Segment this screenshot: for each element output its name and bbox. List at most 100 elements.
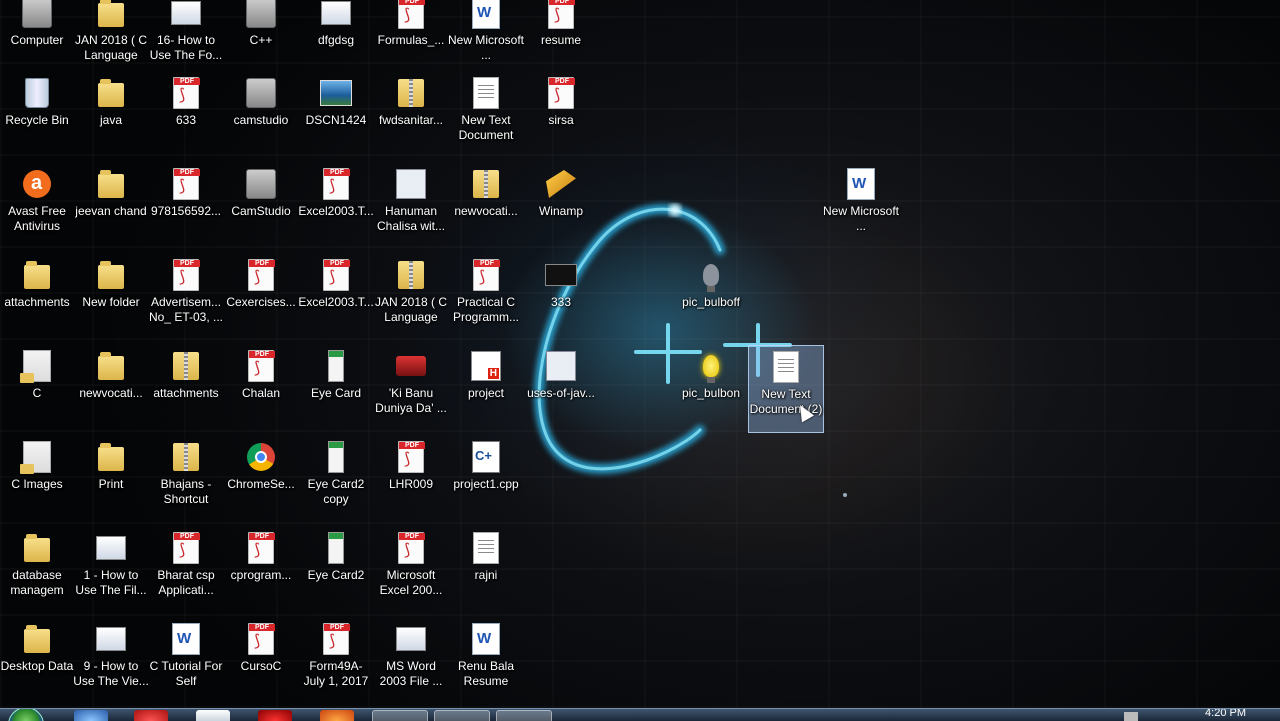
desktop-icon[interactable]: LHR009 [373,436,449,524]
doc-icon [470,531,502,565]
desktop-icon[interactable]: C++ [223,0,299,80]
desktop-icon[interactable]: cprogram... [223,527,299,615]
desktop-icon[interactable]: 978156592... [148,163,224,251]
desktop-icon[interactable]: rajni [448,527,524,615]
zip-glyph [398,79,424,107]
explorer-icon[interactable] [372,710,428,721]
winamp-icon [545,167,577,201]
desktop-icon[interactable]: Chalan [223,345,299,433]
folder-doc-glyph [20,441,51,474]
pdf-glyph [398,532,425,564]
window-icon[interactable] [496,710,552,721]
pdf-glyph [173,259,200,291]
chrome-icon[interactable] [134,710,168,721]
desktop-icon[interactable]: uses-of-jav... [523,345,599,433]
desktop-icon-label: Chalan [241,386,281,400]
desktop-icon[interactable]: Recycle Bin [0,72,75,160]
desktop-icon[interactable]: CamStudio [223,163,299,251]
ie-icon[interactable] [74,710,108,721]
desktop-icon[interactable]: Hanuman Chalisa wit... [373,163,449,251]
desktop-icon[interactable]: 9 - How to Use The Vie... [73,618,149,706]
start-button[interactable] [8,709,44,721]
desktop-icon[interactable]: Print [73,436,149,524]
desktop-icon[interactable]: 16- How to Use The Fo... [148,0,224,80]
desktop-icon[interactable]: database managem [0,527,75,615]
desktop-icon[interactable]: C [0,345,75,433]
desktop-icon[interactable]: Practical C Programm... [448,254,524,342]
desktop-icon[interactable]: Eye Card [298,345,374,433]
desktop-icon[interactable]: Bhajans - Shortcut [148,436,224,524]
desktop-icon-label: java [99,113,122,127]
desktop-icon[interactable]: pic_bulboff [673,254,749,342]
desktop-icon[interactable]: Eye Card2 copy [298,436,374,524]
desktop-icon[interactable]: 633 [148,72,224,160]
folder-icon [95,440,127,474]
desktop-icon[interactable]: attachments [0,254,75,342]
desktop-icon[interactable]: MS Word 2003 File ... [373,618,449,706]
desktop-icon[interactable]: New folder [73,254,149,342]
desktop-icon[interactable]: JAN 2018 ( C Language [73,0,149,80]
taskbar-clock[interactable]: 4:20 PM [1205,709,1246,719]
desktop-icon[interactable]: 'Ki Banu Duniya Da' ... [373,345,449,433]
desktop-icon[interactable]: Eye Card2 [298,527,374,615]
desktop-icon[interactable]: project [448,345,524,433]
desktop-icon[interactable]: project1.cpp [448,436,524,524]
desktop-icon[interactable]: Avast Free Antivirus [0,163,75,251]
desktop-icon[interactable]: attachments [148,345,224,433]
desktop-icon[interactable]: New Text Document [448,72,524,160]
desktop-icon[interactable]: ChromeSe... [223,436,299,524]
desktop-icon[interactable]: JAN 2018 ( C Language [373,254,449,342]
desktop-icon[interactable]: dfgdsg [298,0,374,80]
taskbar[interactable]: 4:20 PM [0,708,1280,721]
desktop-icon[interactable]: sirsa [523,72,599,160]
desktop-icon[interactable]: Excel2003.T... [298,254,374,342]
desktop-icon[interactable]: jeevan chand [73,163,149,251]
bulb-icon [695,258,727,292]
desktop-icon[interactable]: Desktop Data [0,618,75,706]
desktop-icon[interactable]: C Images [0,436,75,524]
desktop-icon[interactable]: Excel2003.T... [298,163,374,251]
desktop-icon[interactable]: Renu Bala Resume [448,618,524,706]
desktop-icon[interactable]: resume [523,0,599,80]
desktop-icon[interactable]: newvocati... [73,345,149,433]
desktop-icon[interactable]: newvocati... [448,163,524,251]
screen-glyph [96,627,126,651]
word-icon[interactable] [196,710,230,721]
opera-icon[interactable] [258,710,292,721]
desktop-icon-label: Bharat csp Applicati... [157,568,215,597]
desktop-icon[interactable]: Form49A- July 1, 2017 [298,618,374,706]
desktop-icon-label: Winamp [538,204,583,218]
zip-icon [170,349,202,383]
desktop-icon[interactable]: Computer [0,0,75,80]
folder-icon [95,76,127,110]
desktop-icon[interactable]: Winamp [523,163,599,251]
camstudio-icon[interactable] [434,710,490,721]
desktop-icon[interactable]: DSCN1424 [298,72,374,160]
desktop-icon-label: pic_bulbon [681,386,741,400]
desktop-icon[interactable]: Cexercises... [223,254,299,342]
firefox-icon[interactable] [320,710,354,721]
desktop-icon[interactable]: 1 - How to Use The Fil... [73,527,149,615]
desktop-icon[interactable]: Formulas_... [373,0,449,80]
desktop-icon[interactable]: New Microsoft ... [823,163,899,251]
desktop-icon[interactable]: Bharat csp Applicati... [148,527,224,615]
desktop-icon[interactable]: Advertisem... No_ ET-03, ... [148,254,224,342]
folder-glyph [98,170,124,198]
desktop-icon[interactable]: C Tutorial For Self [148,618,224,706]
screen-glyph [321,1,351,25]
desktop-icon-label: CursoC [240,659,282,673]
desktop-icon[interactable]: 333 [523,254,599,342]
desktop-icon-label: C Images [11,477,63,491]
folder-doc-icon [20,440,53,474]
desktop-icon-label: jeevan chand [75,204,147,218]
desktop-icon[interactable]: camstudio [223,72,299,160]
desktop-icon[interactable]: Microsoft Excel 200... [373,527,449,615]
desktop-icon[interactable]: java [73,72,149,160]
desktop-icon[interactable]: fwdsanitar... [373,72,449,160]
desktop-icon[interactable]: pic_bulbon [673,345,749,433]
pdf-glyph [473,259,500,291]
desktop-icon[interactable]: New Text Document (2) [748,345,824,433]
doc-icon [770,350,802,384]
desktop-icon[interactable]: CursoC [223,618,299,706]
desktop-icon[interactable]: New Microsoft ... [448,0,524,80]
